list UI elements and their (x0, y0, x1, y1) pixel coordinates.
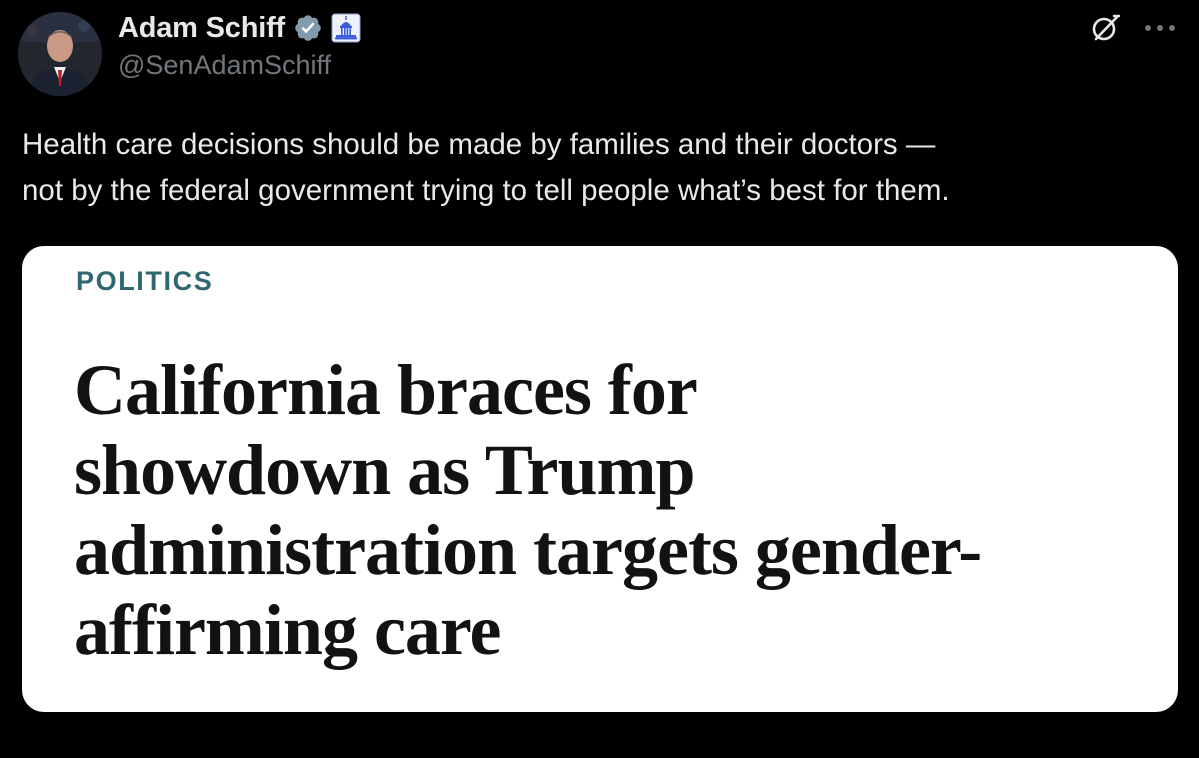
more-options-icon[interactable] (1140, 16, 1180, 40)
headline-line: affirming care (74, 590, 502, 670)
headline-line: administration targets gender- (74, 510, 982, 590)
article-section-label: POLITICS (76, 266, 214, 296)
tweet-text: Health care decisions should be made by … (22, 122, 1182, 214)
tweet: Adam Schiff @SenAdamSchiff Health care d… (0, 0, 1199, 758)
verified-badge-icon[interactable] (293, 13, 323, 43)
headline-line: showdown as Trump (74, 430, 696, 510)
tweet-text-line: Health care decisions should be made by … (22, 128, 936, 161)
government-badge-icon[interactable] (331, 13, 361, 43)
headline-line: California braces for (74, 350, 698, 430)
tweet-text-line: not by the federal government trying to … (22, 174, 950, 207)
author-display-name[interactable]: Adam Schiff (118, 12, 285, 45)
article-link-card[interactable]: POLITICS California braces for showdown … (22, 246, 1178, 712)
article-headline: California braces for showdown as Trump … (74, 350, 1164, 670)
grok-icon[interactable] (1090, 12, 1122, 44)
author-avatar[interactable] (18, 12, 102, 96)
author-handle[interactable]: @SenAdamSchiff (118, 50, 331, 81)
profile-photo-icon (18, 12, 102, 96)
author-name-row: Adam Schiff (118, 8, 361, 48)
